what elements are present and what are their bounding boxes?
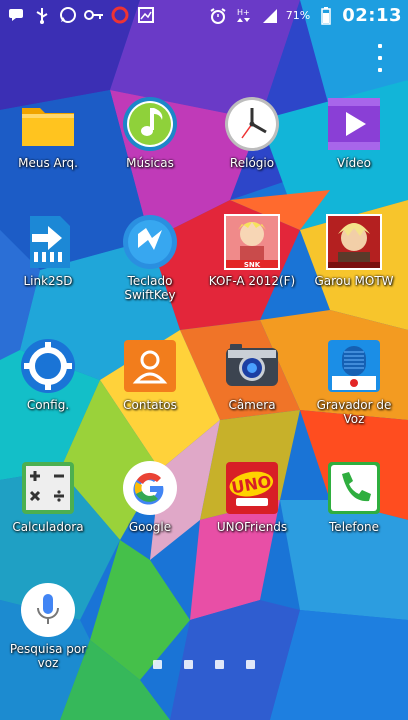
app-label: Google	[128, 520, 172, 534]
app-kof[interactable]: SNK KOF-A 2012(F)	[204, 212, 300, 288]
clock-icon	[222, 94, 282, 154]
app-label: KOF-A 2012(F)	[208, 274, 296, 288]
music-icon	[120, 94, 180, 154]
app-label: Telefone	[329, 520, 379, 534]
video-icon	[324, 94, 384, 154]
app-label: Config.	[26, 398, 70, 412]
signal-icon	[260, 6, 280, 26]
contacts-icon	[120, 336, 180, 396]
app-label: Relógio	[229, 156, 275, 170]
status-bar: H+ 71% 02:13	[0, 0, 408, 32]
voice-recorder-icon	[324, 336, 384, 396]
app-calculadora[interactable]: Calculadora	[0, 458, 96, 534]
app-musicas[interactable]: Músicas	[102, 94, 198, 170]
page-dot[interactable]	[184, 660, 193, 669]
app-label: Câmera	[228, 398, 276, 412]
app-relogio[interactable]: Relógio	[204, 94, 300, 170]
link2sd-icon	[18, 212, 78, 272]
app-label: Contatos	[123, 398, 177, 412]
folder-icon	[18, 94, 78, 154]
camera-icon	[222, 336, 282, 396]
phone-icon	[324, 458, 384, 518]
snk-text: SNK	[244, 261, 261, 269]
record-icon	[110, 5, 130, 25]
app-label: Meus Arq.	[18, 156, 78, 170]
whatsapp-icon	[58, 5, 78, 25]
page-dot[interactable]	[246, 660, 255, 669]
gallery-icon	[136, 5, 156, 25]
kof-icon: SNK	[222, 212, 282, 272]
alarm-icon	[208, 6, 228, 26]
app-label: Link2SD	[23, 274, 73, 288]
microphone-icon	[18, 580, 78, 640]
app-telefone[interactable]: Telefone	[306, 458, 402, 534]
app-unofriends[interactable]: UNO UNOFriends	[204, 458, 300, 534]
app-meus-arq[interactable]: Meus Arq.	[0, 94, 96, 170]
message-icon	[6, 5, 26, 25]
key-icon	[84, 5, 104, 25]
page-dot[interactable]	[153, 660, 162, 669]
uno-icon: UNO	[222, 458, 282, 518]
calculator-icon	[18, 458, 78, 518]
app-label: Teclado SwiftKey	[124, 274, 176, 302]
hplus-icon: H+	[234, 6, 254, 26]
svg-text:H+: H+	[237, 8, 250, 17]
app-pesquisa[interactable]: Pesquisa por voz	[0, 580, 96, 670]
google-icon	[120, 458, 180, 518]
overflow-menu-icon[interactable]	[374, 44, 386, 72]
app-video[interactable]: Vídeo	[306, 94, 402, 170]
app-config[interactable]: Config.	[0, 336, 96, 412]
swiftkey-icon	[120, 212, 180, 272]
app-link2sd[interactable]: Link2SD	[0, 212, 96, 288]
app-google[interactable]: Google	[102, 458, 198, 534]
app-label: Calculadora	[12, 520, 84, 534]
app-gravador[interactable]: Gravador de Voz	[306, 336, 402, 426]
garou-icon	[324, 212, 384, 272]
app-garou[interactable]: Garou MOTW	[306, 212, 402, 288]
app-contatos[interactable]: Contatos	[102, 336, 198, 412]
app-label: UNOFriends	[216, 520, 288, 534]
app-camera[interactable]: Câmera	[204, 336, 300, 412]
battery-percent: 71%	[285, 9, 311, 22]
app-label: Gravador de Voz	[316, 398, 392, 426]
app-label: Vídeo	[337, 156, 371, 170]
clock-time: 02:13	[342, 5, 402, 26]
app-teclado[interactable]: Teclado SwiftKey	[102, 212, 198, 302]
app-label: Músicas	[126, 156, 174, 170]
page-indicator[interactable]	[0, 660, 408, 672]
page-dot[interactable]	[215, 660, 224, 669]
battery-icon	[316, 6, 336, 26]
settings-icon	[18, 336, 78, 396]
usb-icon	[32, 5, 52, 25]
app-label: Garou MOTW	[314, 274, 394, 288]
